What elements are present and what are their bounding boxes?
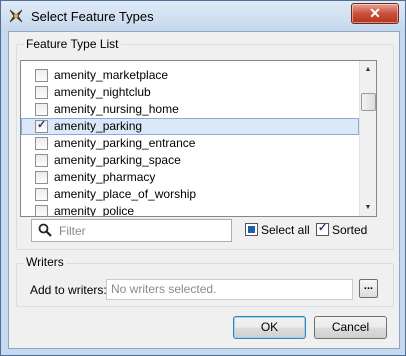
item-label: amenity_police — [54, 204, 135, 217]
sorted-checkbox[interactable]: ✓ — [316, 222, 329, 236]
list-item-selected[interactable]: ✓ amenity_parking — [21, 118, 359, 135]
item-checkbox[interactable] — [35, 154, 48, 167]
feature-type-listbox[interactable]: amenity_marketplace amenity_nightclub am… — [20, 60, 377, 217]
title-bar: Select Feature Types ✕ — [1, 1, 405, 32]
item-label: amenity_parking_entrance — [54, 136, 196, 150]
item-label: amenity_marketplace — [54, 68, 169, 82]
list-item[interactable]: amenity_nightclub — [21, 84, 359, 101]
item-checkbox[interactable] — [35, 86, 48, 99]
filter-box[interactable] — [31, 219, 232, 242]
item-label: amenity_pharmacy — [54, 170, 156, 184]
list-item[interactable]: amenity_parking_space — [21, 152, 359, 169]
ok-button[interactable]: OK — [233, 316, 306, 339]
feature-type-list-title: Feature Type List — [24, 37, 121, 51]
item-label: amenity_parking_space — [54, 153, 181, 167]
item-checkbox[interactable] — [35, 137, 48, 150]
item-checkbox-checked[interactable]: ✓ — [35, 119, 48, 133]
item-label: amenity_nursing_home — [54, 102, 179, 116]
scroll-down-arrow-icon[interactable]: ▼ — [360, 199, 376, 216]
sorted-label[interactable]: Sorted — [332, 223, 367, 237]
writers-field[interactable]: No writers selected. — [106, 279, 353, 300]
browse-writers-button[interactable]: ... — [359, 279, 378, 298]
list-item[interactable]: amenity_parking_entrance — [21, 135, 359, 152]
item-label: amenity_place_of_worship — [54, 187, 197, 201]
item-checkbox[interactable] — [35, 171, 48, 184]
list-item[interactable]: amenity_marketplace — [21, 67, 359, 84]
list-item[interactable]: amenity_place_of_worship — [21, 186, 359, 203]
checkmark-icon: ✓ — [37, 119, 47, 131]
scroll-up-arrow-icon[interactable]: ▲ — [360, 61, 376, 78]
list-item[interactable]: amenity_pharmacy — [21, 169, 359, 186]
select-all-label[interactable]: Select all — [261, 223, 310, 237]
item-checkbox[interactable] — [35, 205, 48, 216]
item-checkbox[interactable] — [35, 69, 48, 82]
app-icon — [9, 9, 23, 23]
item-checkbox[interactable] — [35, 103, 48, 116]
list-item[interactable]: amenity_nursing_home — [21, 101, 359, 118]
item-label: amenity_nightclub — [54, 85, 151, 99]
item-label: amenity_parking — [54, 119, 143, 133]
add-to-writers-label: Add to writers: — [30, 283, 107, 297]
partial-check-indicator — [248, 226, 255, 233]
filter-input[interactable] — [57, 222, 229, 240]
select-feature-types-dialog: Select Feature Types ✕ Feature Type List… — [0, 0, 406, 356]
writers-group-title: Writers — [24, 255, 66, 269]
close-icon: ✕ — [369, 5, 381, 21]
search-icon — [38, 223, 52, 237]
window-title: Select Feature Types — [31, 9, 154, 24]
list-item[interactable]: amenity_police — [21, 203, 359, 217]
scrollbar-thumb[interactable] — [361, 93, 376, 111]
close-button[interactable]: ✕ — [351, 3, 399, 24]
writers-field-value: No writers selected. — [111, 282, 217, 296]
item-checkbox[interactable] — [35, 188, 48, 201]
select-all-checkbox[interactable] — [245, 223, 258, 236]
checkmark-icon: ✓ — [318, 222, 328, 234]
cancel-button[interactable]: Cancel — [314, 316, 387, 339]
vertical-scrollbar[interactable]: ▲ ▼ — [359, 61, 376, 216]
